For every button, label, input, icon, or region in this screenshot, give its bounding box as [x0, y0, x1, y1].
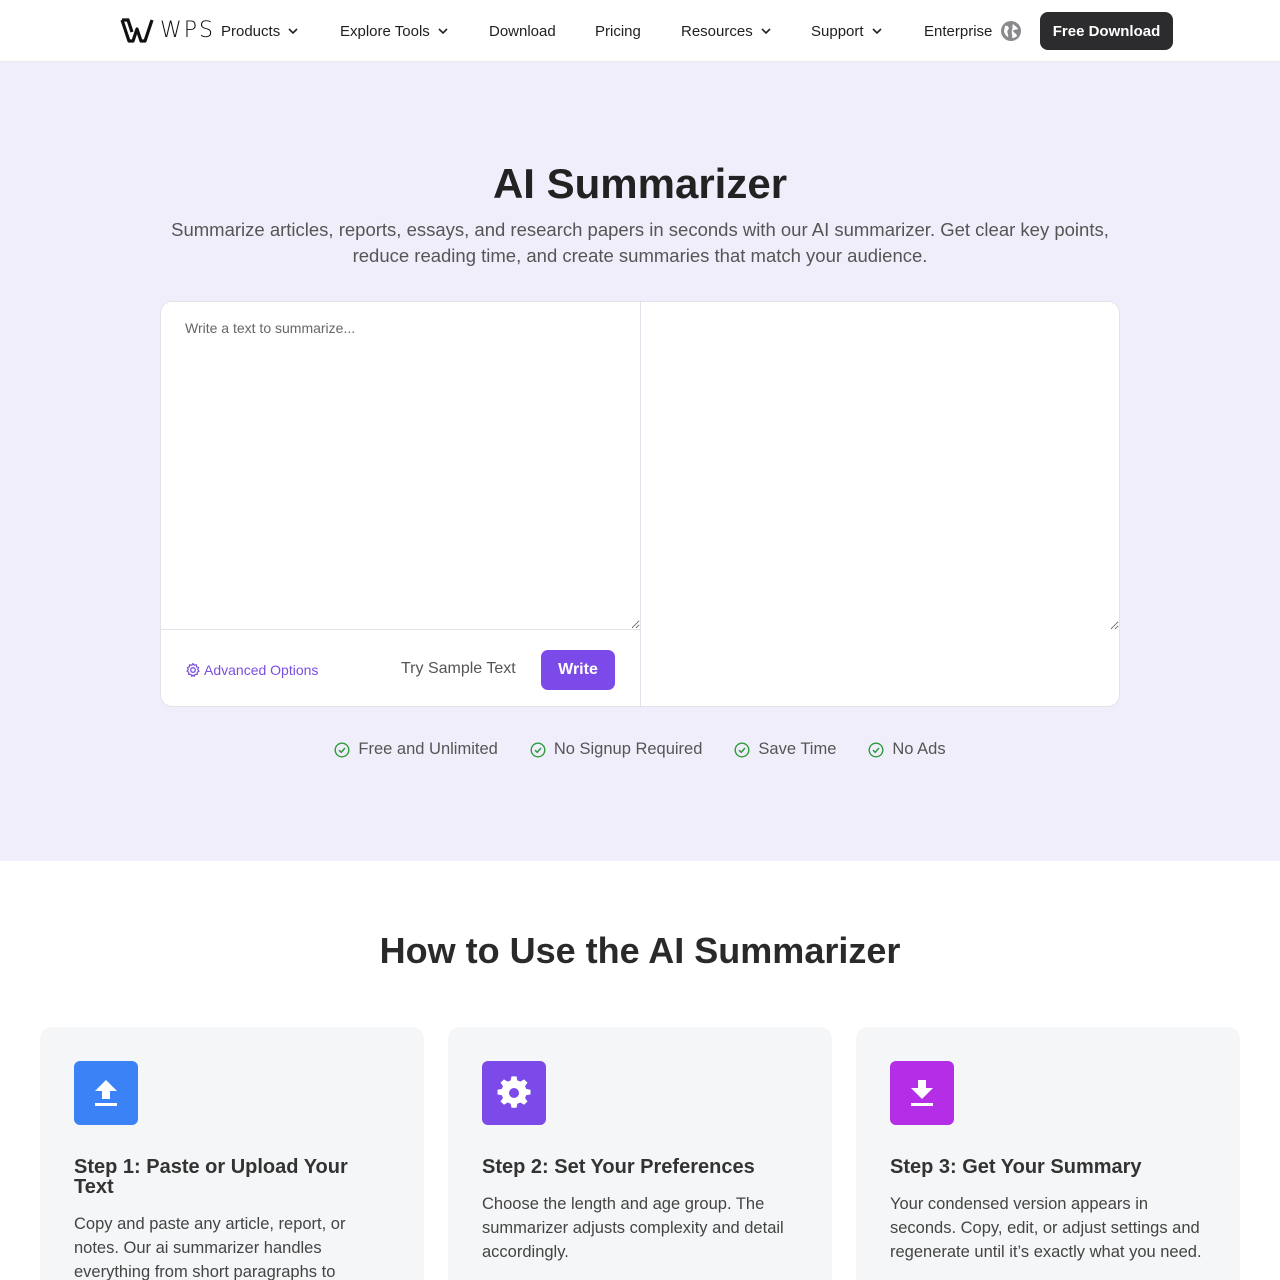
step-card-3: Step 3: Get Your Summary Your condensed … — [856, 1027, 1240, 1280]
check-circle-icon — [530, 741, 546, 758]
free-download-button[interactable]: Free Download — [1040, 12, 1173, 50]
nav-enterprise[interactable]: Enterprise — [924, 20, 992, 42]
step-1-title: Step 1: Paste or Upload Your Text — [74, 1156, 348, 1198]
write-button[interactable]: Write — [541, 650, 615, 690]
chevron-down-icon — [761, 28, 771, 35]
hero-section: AI Summarizer Summarize articles, report… — [0, 62, 1280, 861]
feature-item: No Signup Required — [530, 740, 703, 759]
input-panel: Advanced Options Try Sample Text Write — [161, 302, 641, 706]
page-subtitle: Summarize articles, reports, essays, and… — [171, 219, 1109, 266]
page-title: AI Summarizer — [492, 160, 788, 207]
chevron-down-icon — [288, 28, 298, 35]
step-2-text: Choose the length and age group. The sum… — [482, 1195, 784, 1261]
try-sample-text-button[interactable]: Try Sample Text — [401, 660, 516, 678]
check-circle-icon — [334, 741, 350, 758]
step-3-text: Your condensed version appears in second… — [890, 1195, 1202, 1261]
check-circle-icon — [868, 741, 884, 758]
feature-label: No Ads — [892, 740, 946, 758]
nav-resources[interactable]: Resources — [681, 20, 772, 42]
step-2-title: Step 2: Set Your Preferences — [482, 1156, 755, 1178]
nav-enterprise-label: Enterprise — [924, 22, 993, 40]
nav-pricing-label: Pricing — [595, 22, 641, 40]
step-1-icon-tile — [74, 1061, 138, 1125]
feature-label: Save Time — [758, 740, 837, 758]
nav-support-label: Support — [811, 22, 864, 40]
download-icon — [911, 1080, 933, 1106]
wps-logo[interactable]: WPS — [120, 17, 215, 43]
nav-support[interactable]: Support — [811, 20, 883, 42]
upload-icon — [95, 1080, 117, 1106]
top-nav: WPS Products Explore Tools Download Pric… — [0, 0, 1280, 62]
chevron-down-icon — [438, 28, 448, 35]
wps-logo-icon — [120, 18, 154, 43]
how-to-title: How to Use the AI Summarizer — [379, 930, 901, 971]
nav-explore-tools-label: Explore Tools — [340, 22, 430, 40]
feature-item: No Ads — [868, 740, 946, 759]
summarize-input[interactable] — [161, 302, 640, 630]
nav-download[interactable]: Download — [489, 20, 556, 42]
nav-resources-label: Resources — [681, 22, 753, 40]
logo-text: WPS — [160, 17, 215, 43]
nav-pricing[interactable]: Pricing — [595, 20, 641, 42]
feature-label: No Signup Required — [553, 740, 703, 758]
check-circle-icon — [734, 741, 750, 758]
step-card-2: Step 2: Set Your Preferences Choose the … — [448, 1027, 832, 1280]
feature-label: Free and Unlimited — [358, 740, 498, 758]
nav-products-label: Products — [221, 22, 281, 40]
advanced-options-label: Advanced Options — [204, 662, 319, 678]
step-1-text: Copy and paste any article, report, or n… — [74, 1215, 346, 1280]
gear-icon — [497, 1076, 531, 1108]
summarizer-tool: Advanced Options Try Sample Text Write — [160, 301, 1120, 707]
nav-products[interactable]: Products — [221, 20, 299, 42]
step-2-icon-tile — [482, 1061, 546, 1125]
step-3-title: Step 3: Get Your Summary — [890, 1156, 1142, 1178]
chevron-down-icon — [871, 28, 882, 35]
summary-output[interactable] — [641, 302, 1119, 630]
gear-icon — [186, 662, 200, 677]
globe-icon[interactable] — [1000, 20, 1022, 42]
step-3-icon-tile — [890, 1061, 954, 1125]
feature-item: Free and Unlimited — [334, 740, 498, 759]
nav-explore-tools[interactable]: Explore Tools — [340, 20, 449, 42]
feature-item: Save Time — [734, 740, 836, 759]
nav-download-label: Download — [489, 22, 556, 40]
advanced-options-button[interactable]: Advanced Options — [185, 662, 318, 678]
feature-list: Free and Unlimited No Signup Required Sa… — [0, 740, 1280, 759]
step-card-1: Step 1: Paste or Upload Your Text Copy a… — [40, 1027, 424, 1280]
